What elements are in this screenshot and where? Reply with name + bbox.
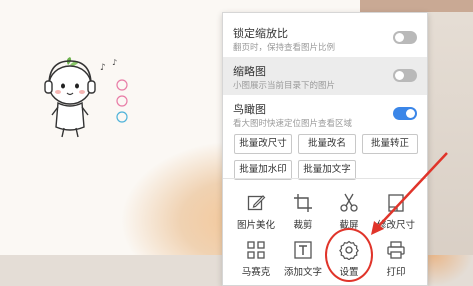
text-icon [294, 241, 312, 259]
cartoon-sticker-image: ♪ ♪ [44, 57, 128, 138]
option-subtitle: 翻页时，保持查看图片比例 [233, 43, 336, 53]
batch-resize-button[interactable]: 批量改尺寸 [234, 134, 292, 154]
tool-resize[interactable]: 修改尺寸 [373, 193, 419, 235]
option-title: 鸟瞰图 [233, 103, 266, 116]
tool-mosaic[interactable]: 马赛克 [233, 240, 279, 282]
more-options-panel: 锁定缩放比 翻页时，保持查看图片比例 缩略图 小图展示当前目录下的图片 鸟瞰图 … [222, 12, 428, 286]
option-subtitle: 看大图时快速定位图片查看区域 [233, 119, 353, 129]
tool-print[interactable]: 打印 [373, 240, 419, 282]
svg-text:♪: ♪ [112, 58, 117, 67]
batch-watermark-button[interactable]: 批量加水印 [234, 160, 292, 180]
tool-beautify[interactable]: 图片美化 [233, 193, 279, 235]
resize-icon [388, 194, 404, 212]
svg-text:♪: ♪ [100, 63, 106, 73]
batch-rename-button[interactable]: 批量改名 [298, 134, 356, 154]
option-subtitle: 小图展示当前目录下的图片 [233, 81, 336, 91]
scissors-icon [340, 193, 358, 212]
batch-add-text-button[interactable]: 批量加文字 [298, 160, 356, 180]
lock-zoom-toggle[interactable] [393, 31, 417, 44]
batch-rotate-button[interactable]: 批量转正 [362, 134, 418, 154]
option-thumbnail[interactable]: 缩略图 小图展示当前目录下的图片 [223, 57, 427, 95]
tool-label: 修改尺寸 [376, 220, 415, 231]
option-birdseye[interactable]: 鸟瞰图 看大图时快速定位图片查看区域 [223, 95, 427, 133]
tool-label: 裁剪 [293, 220, 313, 231]
tool-label: 图片美化 [236, 220, 275, 231]
crop-icon [294, 194, 312, 212]
tool-label: 添加文字 [283, 267, 322, 278]
tool-label: 马赛克 [241, 267, 271, 278]
edit-icon [247, 195, 266, 211]
tool-crop[interactable]: 裁剪 [280, 193, 326, 235]
mosaic-icon [247, 241, 265, 259]
image-top-edge [360, 0, 473, 12]
option-title: 缩略图 [233, 65, 266, 78]
panel-divider [223, 178, 427, 179]
annotation-circle [325, 228, 373, 282]
printer-icon [387, 241, 405, 259]
thumbnail-toggle[interactable] [393, 69, 417, 82]
option-lock-zoom[interactable]: 锁定缩放比 翻页时，保持查看图片比例 [223, 19, 427, 57]
option-title: 锁定缩放比 [233, 27, 288, 40]
tool-label: 打印 [386, 267, 406, 278]
tool-add-text[interactable]: 添加文字 [280, 240, 326, 282]
birdseye-toggle[interactable] [393, 107, 417, 120]
